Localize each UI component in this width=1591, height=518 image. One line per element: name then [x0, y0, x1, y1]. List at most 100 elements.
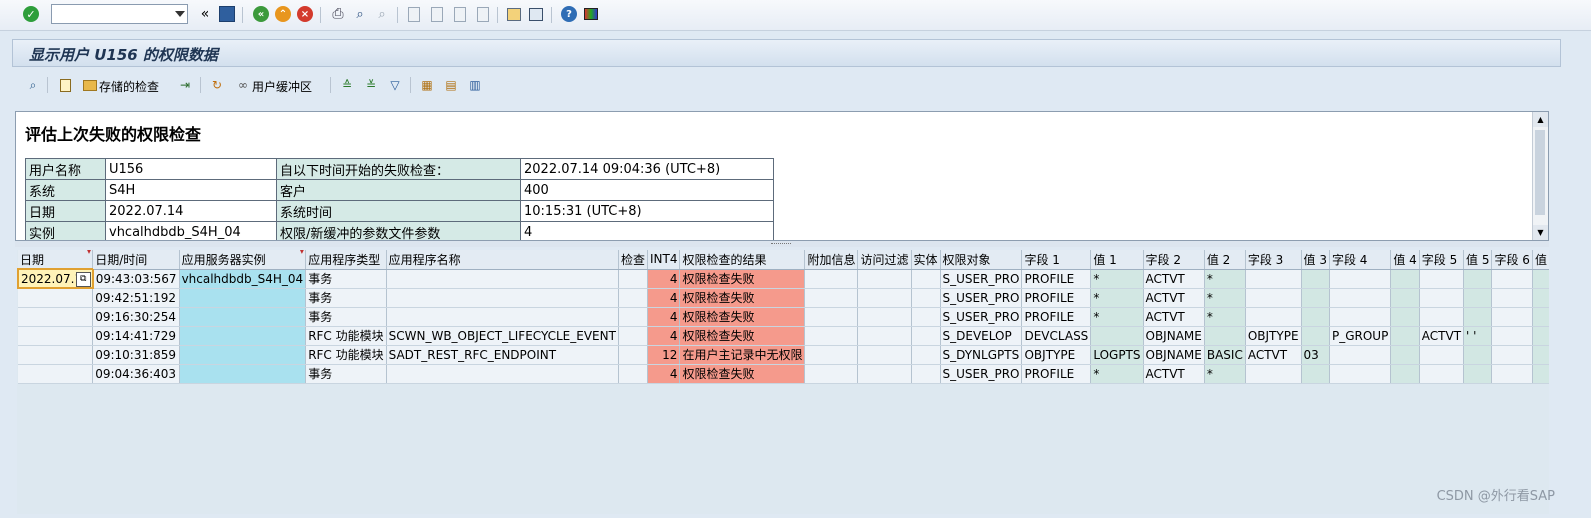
cell-int4[interactable]: 4: [647, 288, 681, 308]
cell-access-filter[interactable]: [857, 269, 912, 289]
cell-value-4[interactable]: [1390, 307, 1420, 327]
cell-field-2[interactable]: ACTVT: [1143, 364, 1205, 384]
help-icon[interactable]: ?: [560, 5, 578, 23]
cell-entity[interactable]: [911, 288, 941, 308]
cell-auth-object[interactable]: S_DEVELOP: [940, 326, 1023, 346]
cell-int4[interactable]: 4: [647, 269, 681, 289]
table-row[interactable]: 2022.07.14 ⧉ 09:43:03:567 vhcalhdbdb_S4H_04…: [17, 268, 1549, 289]
cell-auth-object[interactable]: S_USER_PRO: [940, 364, 1023, 384]
cell-value-4[interactable]: [1390, 288, 1420, 308]
cell-entity[interactable]: [911, 326, 941, 346]
scroll-thumb[interactable]: [1535, 130, 1545, 215]
cell-value-6[interactable]: [1532, 364, 1549, 384]
cell-value-3[interactable]: [1301, 288, 1330, 308]
cell-timestamp[interactable]: 09:43:03:567: [92, 269, 180, 289]
save-icon[interactable]: [218, 5, 236, 23]
cell-additional-info[interactable]: [804, 288, 859, 308]
cell-field-3[interactable]: [1245, 364, 1302, 384]
cell-field-5[interactable]: ACTVT: [1419, 326, 1465, 346]
cell-value-1[interactable]: LOGPTS: [1090, 345, 1144, 365]
cell-additional-info[interactable]: [804, 307, 859, 327]
cell-value-2[interactable]: *: [1204, 364, 1246, 384]
column-header-value-6[interactable]: 值 6: [1532, 250, 1549, 270]
cell-value-4[interactable]: [1390, 326, 1420, 346]
export-icon[interactable]: ⇥: [176, 77, 194, 93]
cell-value-1[interactable]: *: [1090, 364, 1144, 384]
cell-value-5[interactable]: [1463, 269, 1493, 289]
table-row[interactable]: 09:14:41:729 RFC 功能模块 SCWN_WB_OBJECT_LIFEC…: [18, 326, 1549, 346]
saved-checks-button[interactable]: 存储的检查: [99, 78, 159, 95]
cell-value-2[interactable]: *: [1204, 307, 1246, 327]
cell-value-6[interactable]: [1532, 326, 1549, 346]
cell-entity[interactable]: [911, 307, 941, 327]
display-details-icon[interactable]: ⌕: [24, 77, 42, 93]
open-folder-icon[interactable]: [81, 77, 99, 93]
cell-check[interactable]: [618, 364, 648, 384]
cell-value-5[interactable]: [1463, 345, 1493, 365]
cell-field-2[interactable]: ACTVT: [1143, 269, 1205, 289]
first-page-icon[interactable]: [405, 5, 423, 23]
cell-field-3[interactable]: [1245, 307, 1302, 327]
cell-app-type[interactable]: 事务: [305, 307, 387, 327]
cell-app-type[interactable]: 事务: [305, 269, 387, 289]
layout-icon[interactable]: ▤: [442, 77, 460, 93]
cancel-icon[interactable]: ×: [296, 5, 314, 23]
cell-app-name[interactable]: [386, 364, 619, 384]
cell-field-6[interactable]: [1491, 288, 1533, 308]
cell-int4[interactable]: 4: [647, 364, 681, 384]
cell-server-instance[interactable]: [179, 307, 307, 327]
cell-timestamp[interactable]: 09:16:30:254: [92, 307, 180, 327]
cell-auth-object[interactable]: S_USER_PRO: [940, 269, 1023, 289]
cell-field-1[interactable]: PROFILE: [1021, 269, 1092, 289]
cell-check-result[interactable]: 权限检查失败: [679, 364, 806, 384]
cell-value-1[interactable]: *: [1090, 269, 1144, 289]
cell-field-1[interactable]: OBJTYPE: [1021, 345, 1092, 365]
column-header-server-instance[interactable]: 应用服务器实例: [179, 250, 307, 270]
column-header-field-3[interactable]: 字段 3: [1245, 250, 1302, 270]
table-icon[interactable]: ▦: [418, 77, 436, 93]
column-header-value-4[interactable]: 值 4: [1390, 250, 1420, 270]
cell-entity[interactable]: [911, 345, 941, 365]
cell-value-2[interactable]: [1204, 326, 1246, 346]
cell-field-6[interactable]: [1491, 307, 1533, 327]
cell-value-3[interactable]: [1301, 364, 1330, 384]
cell-value-3[interactable]: [1301, 307, 1330, 327]
table-row[interactable]: 09:42:51:192 事务 4 权限检查失败 S_USER_PRO PROFILE * A…: [18, 288, 1549, 308]
cell-field-4[interactable]: [1329, 307, 1392, 327]
column-header-field-5[interactable]: 字段 5: [1419, 250, 1465, 270]
cell-field-1[interactable]: PROFILE: [1021, 288, 1092, 308]
cell-value-2[interactable]: *: [1204, 288, 1246, 308]
chevron-down-icon[interactable]: [175, 11, 185, 17]
cell-date[interactable]: [18, 326, 94, 346]
cell-timestamp[interactable]: 09:10:31:859: [92, 345, 180, 365]
cell-check[interactable]: [618, 345, 648, 365]
table-row[interactable]: 09:16:30:254 事务 4 权限检查失败 S_USER_PRO PROFILE * A…: [18, 307, 1549, 327]
cell-value-4[interactable]: [1390, 364, 1420, 384]
cell-value-2[interactable]: BASIC: [1204, 345, 1246, 365]
cell-app-name[interactable]: [386, 269, 619, 289]
column-header-field-4[interactable]: 字段 4: [1329, 250, 1392, 270]
cell-field-5[interactable]: [1419, 307, 1465, 327]
column-header-value-1[interactable]: 值 1: [1090, 250, 1144, 270]
cell-value-5[interactable]: [1463, 288, 1493, 308]
column-header-value-3[interactable]: 值 3: [1301, 250, 1330, 270]
cell-app-type[interactable]: 事务: [305, 288, 387, 308]
cell-date[interactable]: [18, 345, 94, 365]
cell-access-filter[interactable]: [857, 307, 912, 327]
cell-server-instance[interactable]: [179, 345, 307, 365]
cell-value-6[interactable]: [1532, 288, 1549, 308]
cell-value-6[interactable]: [1532, 269, 1549, 289]
cell-app-type[interactable]: RFC 功能模块: [305, 345, 387, 365]
column-header-additional-info[interactable]: 附加信息: [804, 250, 859, 270]
column-header-field-2[interactable]: 字段 2: [1143, 250, 1205, 270]
cell-field-3[interactable]: OBJTYPE: [1245, 326, 1302, 346]
cell-field-5[interactable]: [1419, 345, 1465, 365]
cell-int4[interactable]: 4: [647, 307, 681, 327]
column-header-value-2[interactable]: 值 2: [1204, 250, 1246, 270]
cell-field-2[interactable]: ACTVT: [1143, 307, 1205, 327]
cell-value-1[interactable]: *: [1090, 288, 1144, 308]
last-page-icon[interactable]: [474, 5, 492, 23]
cell-field-3[interactable]: ACTVT: [1245, 345, 1302, 365]
cell-app-type[interactable]: RFC 功能模块: [305, 326, 387, 346]
cell-int4[interactable]: 12: [647, 345, 681, 365]
